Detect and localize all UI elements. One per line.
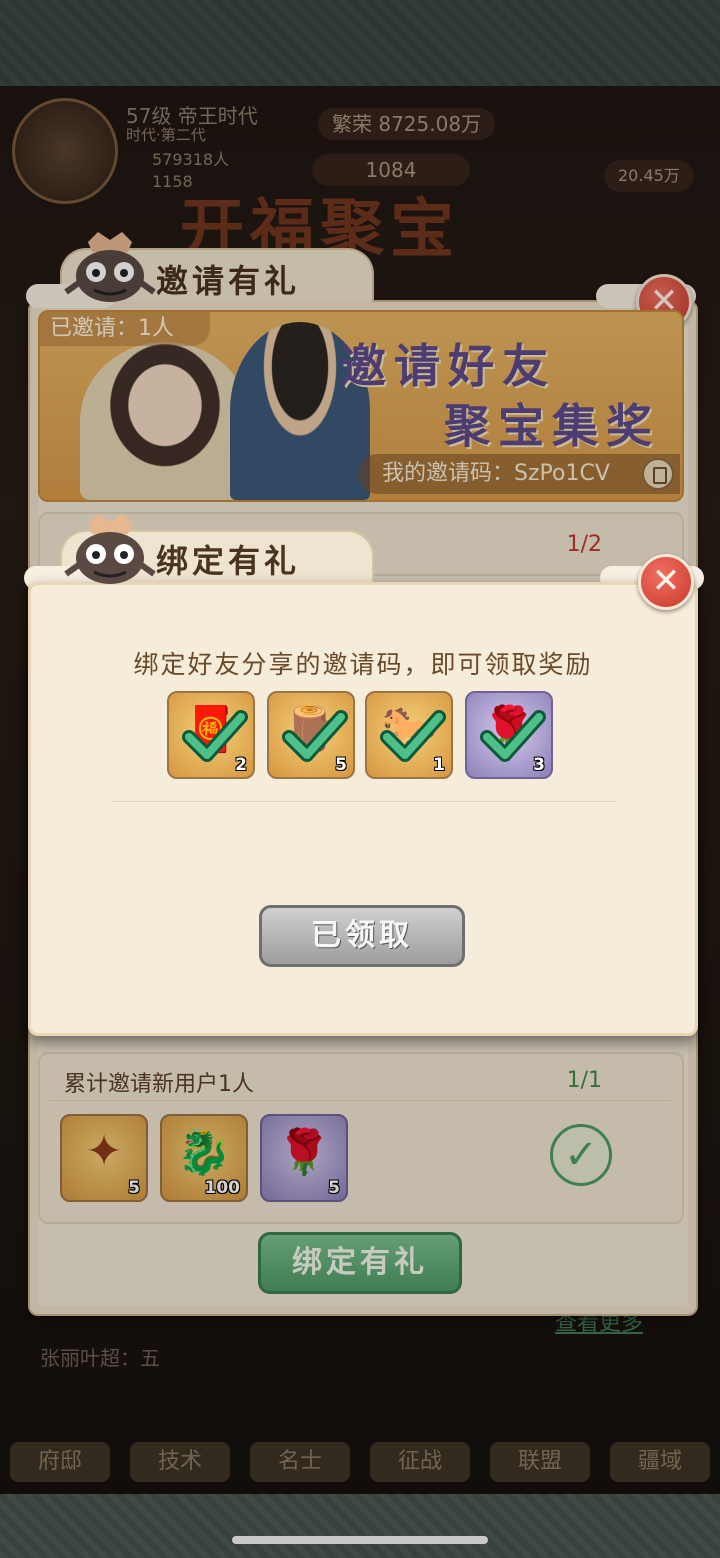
reward-item-black-horse[interactable]: 🐎 1 [365, 691, 453, 779]
section-2-title: 累计邀请新用户1人 [64, 1072, 254, 1097]
divider [111, 801, 615, 802]
food-pill: 20.45万 [604, 160, 694, 192]
nav-alliance[interactable]: 联盟 [490, 1442, 590, 1482]
player-avatar[interactable] [12, 98, 118, 204]
banner-headline-2: 聚宝集奖 [444, 399, 660, 453]
reward-item-token[interactable]: ✦ 5 [60, 1114, 148, 1202]
nav-tech[interactable]: 技术 [130, 1442, 230, 1482]
bind-popup: 绑定好友分享的邀请码，即可领取奖励 🧧 2 🪵 5 🐎 1 🌹 3 已领取 [28, 582, 698, 1036]
item-count: 5 [328, 1178, 340, 1198]
invite-code: 我的邀请码：SzPo1CV [358, 454, 680, 494]
close-bind-popup-button[interactable]: ✕ [638, 554, 694, 610]
bind-gift-button[interactable]: 绑定有礼 [258, 1232, 462, 1294]
item-count: 2 [235, 755, 247, 775]
invite-code-text: 我的邀请码：SzPo1CV [382, 461, 610, 486]
prosperity-pill: 繁荣 8725.08万 [318, 108, 496, 140]
bottom-frame [0, 1494, 720, 1558]
dragon-mascot-icon [64, 232, 156, 302]
player-sub: 时代·第二代 [126, 126, 206, 144]
reward-item-rose[interactable]: 🌹 3 [465, 691, 553, 779]
nav-battle[interactable]: 征战 [370, 1442, 470, 1482]
reward-item-jade-dragon[interactable]: 🐉 100 [160, 1114, 248, 1202]
completed-check-icon: ✓ [550, 1124, 612, 1186]
chat-feed: 张丽叶超：五 [40, 1346, 160, 1370]
jade-dragon-icon: 🐉 [176, 1127, 232, 1178]
banner-headline-1: 邀请好友 [340, 339, 556, 393]
reward-item-rose[interactable]: 🌹 5 [260, 1114, 348, 1202]
dragon-mascot-icon [64, 514, 156, 584]
section-2-progress: 1/1 [566, 1068, 602, 1093]
close-icon: ✕ [651, 561, 681, 601]
rose-icon: 🌹 [276, 1127, 332, 1178]
home-indicator[interactable] [232, 1536, 488, 1544]
nav-mansion[interactable]: 府邸 [10, 1442, 110, 1482]
bind-description: 绑定好友分享的邀请码，即可领取奖励 [133, 650, 593, 679]
item-count: 3 [533, 755, 545, 775]
invite-banner: 已邀请：1人 邀请好友 聚宝集奖 我的邀请码：SzPo1CV [38, 310, 684, 502]
girl-illustration [80, 342, 250, 500]
item-count: 5 [335, 755, 347, 775]
top-frame [0, 0, 720, 86]
item-count: 100 [204, 1178, 241, 1198]
nav-territory[interactable]: 疆域 [610, 1442, 710, 1482]
claimed-button[interactable]: 已领取 [259, 905, 465, 967]
reward-item-red-envelope[interactable]: 🧧 2 [167, 691, 255, 779]
reward-item-wood[interactable]: 🪵 5 [267, 691, 355, 779]
item-count: 1 [433, 755, 445, 775]
player-power: 579318人 [152, 150, 230, 169]
bind-popup-title: 绑定有礼 [156, 542, 301, 580]
invite-panel-title: 邀请有礼 [156, 262, 301, 300]
nav-heroes[interactable]: 名士 [250, 1442, 350, 1482]
token-icon: ✦ [85, 1126, 123, 1177]
bottom-nav: 府邸 技术 名士 征战 联盟 疆域 [0, 1380, 720, 1490]
invited-count: 已邀请：1人 [40, 312, 210, 346]
section-1-progress: 1/2 [566, 532, 602, 557]
item-count: 5 [128, 1178, 140, 1198]
copy-icon[interactable] [642, 458, 674, 490]
